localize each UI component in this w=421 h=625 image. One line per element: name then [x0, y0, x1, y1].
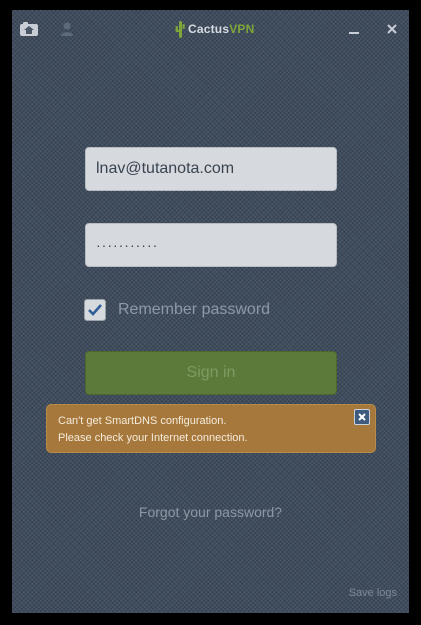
home-button[interactable]: [18, 18, 40, 40]
password-value: ···········: [96, 237, 159, 253]
app-name: CactusVPN: [188, 22, 255, 36]
error-toast: Can't get SmartDNS configuration. Please…: [46, 404, 376, 453]
user-icon: [61, 22, 73, 36]
minimize-icon: [349, 32, 359, 34]
user-button[interactable]: [56, 18, 78, 40]
home-icon: [20, 22, 38, 36]
forgot-password-link[interactable]: Forgot your password?: [0, 504, 421, 520]
app-name-part2: VPN: [229, 22, 255, 36]
remember-checkbox[interactable]: [84, 299, 106, 321]
toast-line-1: Can't get SmartDNS configuration.: [58, 415, 227, 427]
password-field[interactable]: ···········: [85, 223, 337, 267]
app-name-part1: Cactus: [188, 22, 230, 36]
check-icon: [88, 304, 102, 316]
remember-label: Remember password: [118, 301, 271, 318]
email-field[interactable]: lnav@tutanota.com: [85, 147, 337, 191]
toast-line-2: Please check your Internet connection.: [58, 432, 248, 444]
sign-in-button[interactable]: Sign in: [85, 351, 337, 395]
email-value: lnav@tutanota.com: [96, 160, 235, 177]
save-logs-link[interactable]: Save logs: [349, 587, 397, 599]
toast-close-button[interactable]: [354, 409, 370, 425]
close-button[interactable]: [381, 18, 403, 40]
title-bar: CactusVPN: [12, 10, 409, 48]
minimize-button[interactable]: [343, 18, 365, 40]
close-icon: [358, 413, 366, 421]
close-icon: [387, 24, 397, 34]
remember-password-toggle[interactable]: Remember password: [84, 297, 270, 323]
app-logo: CactusVPN: [175, 17, 255, 41]
cactus-logo-icon: [175, 21, 185, 38]
